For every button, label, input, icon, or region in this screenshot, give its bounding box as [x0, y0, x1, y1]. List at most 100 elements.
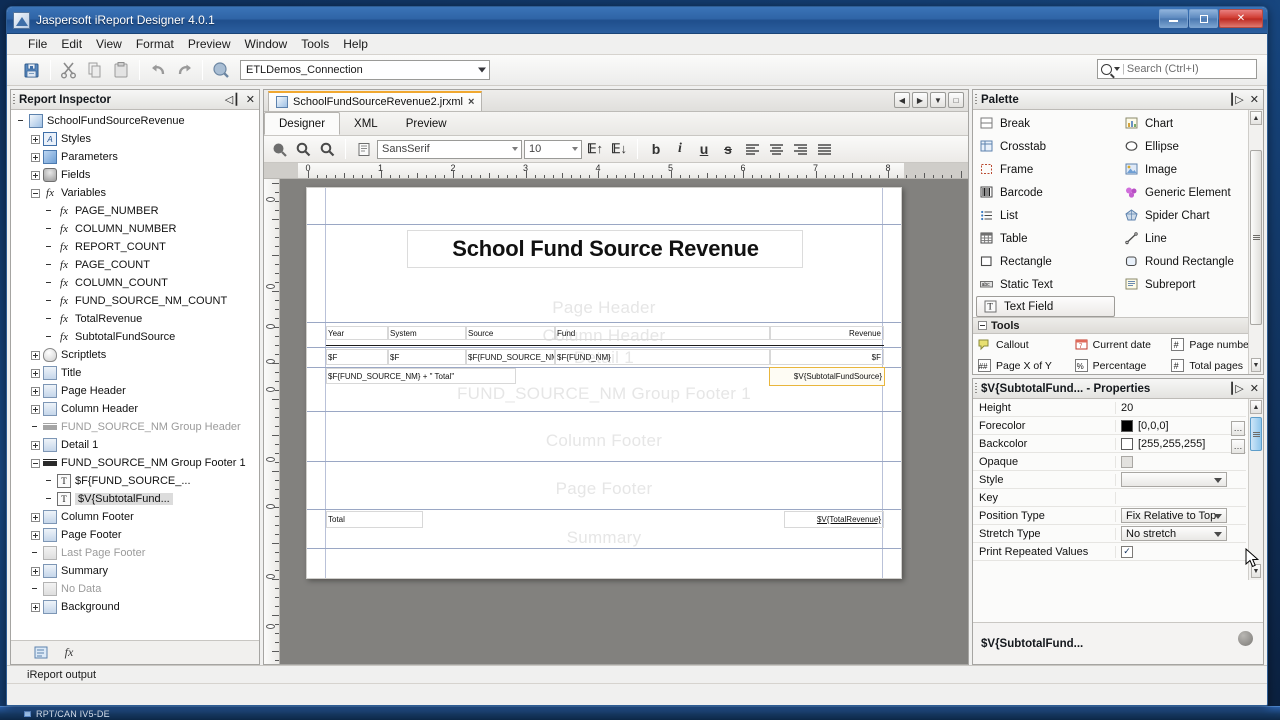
menu-tools[interactable]: Tools	[294, 35, 336, 53]
column-header-system[interactable]: System	[388, 326, 466, 340]
property-value-opaque[interactable]	[1116, 455, 1246, 468]
palette-item-line[interactable]: Line	[1118, 227, 1263, 250]
minimize-panel-icon[interactable]: ◁┃	[225, 94, 240, 106]
property-value-backcolor[interactable]: [255,255,255]…	[1116, 437, 1246, 454]
property-value-style[interactable]	[1116, 472, 1246, 487]
palette-tools-section-header[interactable]: Tools	[973, 317, 1263, 334]
palette-tool-percentage[interactable]: % Percentage	[1070, 355, 1167, 374]
decrease-font-icon[interactable]: 𝔼↓	[608, 139, 630, 160]
close-panel-icon[interactable]: ✕	[1250, 383, 1259, 395]
menu-file[interactable]: File	[21, 35, 54, 53]
column-header-fund[interactable]: Fund	[555, 326, 770, 340]
expand-icon[interactable]	[31, 404, 40, 414]
report-properties-icon[interactable]	[353, 139, 375, 160]
property-combobox[interactable]: No stretch	[1121, 526, 1227, 541]
expand-icon[interactable]	[31, 386, 40, 396]
column-header-source[interactable]: Source	[466, 326, 555, 340]
palette-scrollbar[interactable]: ▲ ▼	[1248, 110, 1263, 374]
property-value-forecolor[interactable]: [0,0,0]…	[1116, 419, 1246, 436]
menu-window[interactable]: Window	[238, 35, 295, 53]
tree-node[interactable]: SchoolFundSourceRevenue	[11, 112, 259, 130]
zoom-out-icon[interactable]	[316, 139, 338, 160]
copy-icon[interactable]	[82, 58, 108, 82]
paste-icon[interactable]	[108, 58, 134, 82]
drag-dots-icon[interactable]	[975, 383, 977, 395]
design-canvas[interactable]: School Fund Source Revenue Page Header C…	[280, 179, 968, 664]
parameters-tool-icon[interactable]	[33, 645, 49, 660]
report-title-textfield[interactable]: School Fund Source Revenue	[407, 230, 803, 268]
maximize-button[interactable]	[1189, 9, 1218, 28]
close-panel-icon[interactable]: ✕	[1250, 94, 1259, 106]
tree-node[interactable]: Background	[11, 598, 259, 616]
property-combobox[interactable]	[1121, 472, 1227, 487]
summary-total-revenue-textfield[interactable]: $V{TotalRevenue}	[784, 511, 884, 528]
expand-icon[interactable]	[31, 152, 40, 162]
align-justify-button[interactable]	[813, 139, 835, 160]
menu-edit[interactable]: Edit	[54, 35, 89, 53]
tree-node[interactable]: Column Footer	[11, 508, 259, 526]
palette-item-ellipse[interactable]: Ellipse	[1118, 135, 1263, 158]
minimize-panel-icon[interactable]: ┃▷	[1229, 94, 1244, 106]
tree-node[interactable]: Column Header	[11, 400, 259, 418]
tree-node[interactable]: T $F{FUND_SOURCE_...	[11, 472, 259, 490]
tree-node[interactable]: fx Variables	[11, 184, 259, 202]
redo-icon[interactable]	[171, 58, 197, 82]
palette-item-barcode[interactable]: Barcode	[973, 181, 1118, 204]
scrollbar-thumb[interactable]	[1250, 417, 1262, 451]
align-center-button[interactable]	[765, 139, 787, 160]
italic-button[interactable]: i	[669, 139, 691, 160]
tree-node[interactable]: Page Footer	[11, 526, 259, 544]
detail-field-revenue[interactable]: $F	[770, 349, 884, 365]
band-marker-icon[interactable]	[266, 457, 275, 462]
tab-xml[interactable]: XML	[340, 112, 392, 135]
bold-button[interactable]: b	[645, 139, 667, 160]
band-marker-icon[interactable]	[266, 504, 275, 509]
scroll-up-icon[interactable]: ▲	[1250, 400, 1262, 414]
group-footer-label-textfield[interactable]: $F{FUND_SOURCE_NM} + " Total"	[326, 368, 516, 384]
menu-view[interactable]: View	[89, 35, 129, 53]
expand-icon[interactable]	[31, 566, 40, 576]
palette-item-static-text[interactable]: abc Static Text	[973, 273, 1118, 296]
palette-tool-current-date[interactable]: 7 Current date	[1070, 334, 1167, 355]
tree-node[interactable]: Last Page Footer	[11, 544, 259, 562]
palette-tool-page-x-of-y[interactable]: ## Page X of Y	[973, 355, 1070, 374]
tree-node[interactable]: fx COLUMN_COUNT	[11, 274, 259, 292]
report-preview-icon[interactable]	[208, 58, 234, 82]
palette-item-rectangle[interactable]: Rectangle	[973, 250, 1118, 273]
detail-field-year[interactable]: $F	[326, 349, 388, 365]
collapse-icon[interactable]	[31, 188, 40, 198]
menu-format[interactable]: Format	[129, 35, 181, 53]
expand-icon[interactable]	[31, 440, 40, 450]
expressions-tool-icon[interactable]: fx	[61, 645, 77, 660]
property-combobox[interactable]: Fix Relative to Top	[1121, 508, 1227, 523]
scroll-down-icon[interactable]: ▼	[1251, 358, 1261, 372]
title-bar[interactable]: Jaspersoft iReport Designer 4.0.1 ✕	[7, 7, 1267, 34]
property-checkbox[interactable]: ✓	[1121, 545, 1133, 558]
tree-node[interactable]: Parameters	[11, 148, 259, 166]
tree-node[interactable]: fx COLUMN_NUMBER	[11, 220, 259, 238]
expand-icon[interactable]	[31, 368, 40, 378]
tree-node[interactable]: fx FUND_SOURCE_NM_COUNT	[11, 292, 259, 310]
property-value[interactable]: 20	[1121, 402, 1133, 414]
palette-item-frame[interactable]: Frame	[973, 158, 1118, 181]
expand-icon[interactable]	[31, 350, 40, 360]
column-header-year[interactable]: Year	[326, 326, 388, 340]
band-marker-icon[interactable]	[266, 324, 275, 329]
palette-item-chart[interactable]: Chart	[1118, 112, 1263, 135]
expand-icon[interactable]	[31, 602, 40, 612]
tab-next-icon[interactable]: ▶	[912, 92, 928, 108]
collapse-icon[interactable]	[978, 321, 987, 330]
properties-table[interactable]: Height 20 Forecolor [0,0,0]… Backcolor [255,2…	[973, 399, 1263, 622]
collapse-icon[interactable]	[31, 458, 40, 468]
expand-icon[interactable]	[31, 530, 40, 540]
tree-node[interactable]: fx PAGE_NUMBER	[11, 202, 259, 220]
detail-field-system[interactable]: $F	[388, 349, 466, 365]
menu-preview[interactable]: Preview	[181, 35, 238, 53]
tree-node[interactable]: Summary	[11, 562, 259, 580]
property-value-height[interactable]: 20	[1116, 402, 1246, 414]
expand-icon[interactable]	[31, 512, 40, 522]
tab-preview[interactable]: Preview	[392, 112, 461, 135]
tree-node[interactable]: Page Header	[11, 382, 259, 400]
maximize-editor-icon[interactable]: □	[948, 92, 964, 108]
expand-icon[interactable]	[31, 170, 40, 180]
